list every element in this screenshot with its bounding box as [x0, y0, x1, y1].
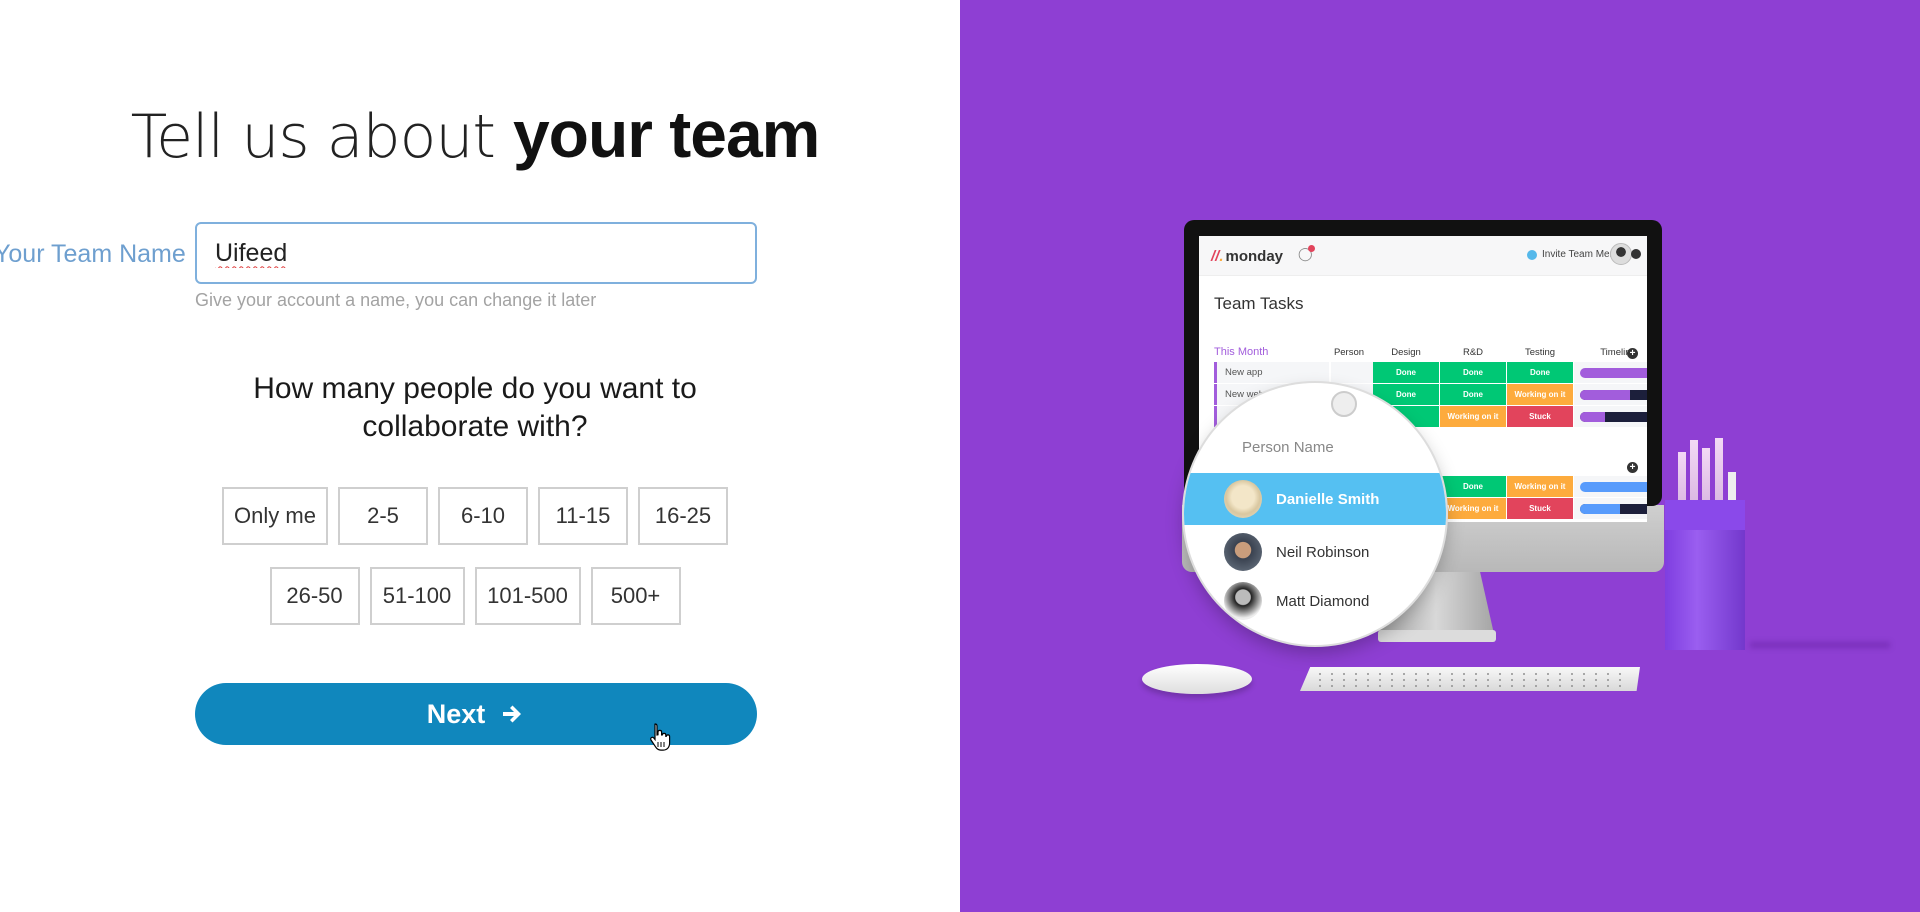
pencil-cup-rim: [1665, 500, 1745, 530]
team-size-option[interactable]: 101-500: [474, 567, 581, 625]
avatar: [1224, 480, 1262, 518]
timeline-cell: [1574, 384, 1647, 405]
team-size-option[interactable]: Only me: [222, 487, 328, 545]
status-cell: Working on it: [1507, 384, 1573, 405]
timeline-bar: [1580, 412, 1647, 422]
team-size-option[interactable]: 6-10: [438, 487, 528, 545]
team-name-label: Your Team Name: [0, 240, 186, 268]
column-header: R&D: [1462, 347, 1484, 358]
timeline-bar: [1580, 390, 1647, 400]
team-size-option[interactable]: 11-15: [538, 487, 628, 545]
status-cell: Working on it: [1440, 498, 1506, 519]
keyboard-device: [1300, 667, 1640, 691]
add-column-icon: +: [1627, 462, 1638, 473]
group-title: This Month: [1214, 346, 1269, 358]
team-size-options-row-2: 26-50 51-100 101-500 500+: [0, 567, 950, 625]
team-name-hint: Give your account a name, you can change…: [195, 290, 597, 310]
avatar: [1224, 582, 1262, 620]
arrow-right-icon: [503, 705, 522, 723]
task-name: New app: [1214, 362, 1329, 383]
person-picker-header: Person Name: [1242, 439, 1334, 456]
add-column-icon: +: [1627, 348, 1638, 359]
illustration-panel: //. monday ◯ Invite Team Members Team Tas…: [960, 0, 1920, 912]
team-size-options-row-1: Only me 2-5 6-10 11-15 16-25: [0, 487, 950, 545]
settings-icon: [1631, 249, 1641, 259]
team-size-question: How many people do you want to collabora…: [0, 370, 950, 446]
next-label: Next: [426, 698, 486, 729]
team-size-option[interactable]: 26-50: [269, 567, 360, 625]
status-cell: Done: [1440, 384, 1506, 405]
user-avatar: [1610, 243, 1632, 265]
status-cell: Stuck: [1507, 498, 1573, 519]
app-header: //. monday ◯ Invite Team Members: [1199, 236, 1647, 276]
question-text: How many people do you want to collabora…: [253, 372, 697, 443]
task-row: New app Done Done Done: [1214, 362, 1647, 384]
timeline-cell: [1574, 498, 1647, 519]
timeline-bar: [1580, 504, 1647, 514]
empty-person-avatar: [1331, 391, 1357, 417]
title-bold: your team: [512, 97, 820, 171]
status-cell: Done: [1440, 362, 1506, 383]
timeline-bar: [1580, 368, 1647, 378]
next-button[interactable]: Next: [195, 683, 757, 745]
status-cell: Done: [1373, 362, 1439, 383]
team-size-option[interactable]: 500+: [590, 567, 681, 625]
notification-dot: [1308, 245, 1315, 252]
person-option: Matt Diamond: [1184, 575, 1446, 627]
status-cell: Done: [1507, 362, 1573, 383]
hand-pointer-cursor-icon: [650, 723, 671, 751]
title-light: Tell us about: [130, 102, 513, 172]
team-name-input[interactable]: [195, 222, 757, 284]
team-size-option[interactable]: 2-5: [338, 487, 428, 545]
status-cell: Working on it: [1440, 406, 1506, 427]
person-option: Neil Robinson: [1184, 526, 1446, 578]
team-size-option[interactable]: 16-25: [638, 487, 728, 545]
person-picker-magnifier: Person Name Danielle Smith Neil Robinson…: [1184, 383, 1446, 645]
signup-form-panel: Tell us about your team Your Team Name G…: [0, 0, 960, 912]
column-header: Person: [1333, 347, 1365, 358]
avatar: [1224, 533, 1262, 571]
plus-circle-icon: [1527, 249, 1537, 260]
person-option-selected: Danielle Smith: [1184, 473, 1446, 525]
timeline-cell: [1574, 406, 1647, 427]
timeline-cell: [1574, 476, 1647, 497]
column-header: Testing: [1524, 347, 1556, 358]
monday-logo: //. monday: [1211, 248, 1284, 265]
status-cell: Done: [1440, 476, 1506, 497]
timeline-cell: [1574, 362, 1647, 383]
monitor-stand-base: [1378, 630, 1496, 642]
status-cell: Working on it: [1507, 476, 1573, 497]
page-title: Tell us about your team: [0, 96, 950, 172]
status-cell: Stuck: [1507, 406, 1573, 427]
column-header: Design: [1391, 347, 1421, 358]
board-title: Team Tasks: [1214, 294, 1304, 313]
cup-shadow: [1750, 642, 1890, 648]
timeline-bar: [1580, 482, 1647, 492]
team-size-option[interactable]: 51-100: [369, 567, 465, 625]
person-cell: [1331, 362, 1373, 383]
mouse-device: [1142, 664, 1252, 694]
